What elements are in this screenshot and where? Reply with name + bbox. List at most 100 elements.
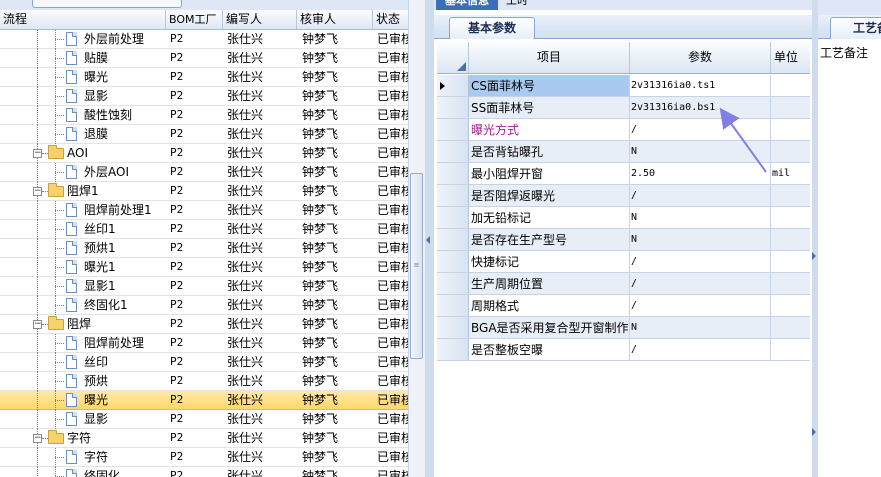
params-grid-header: 项目 参数 单位 — [437, 42, 810, 74]
tree-row[interactable]: 预烘1 P2 张仕兴 钟梦飞 已审核 — [0, 239, 408, 258]
col-header-value[interactable]: 参数 — [630, 42, 771, 73]
row-header[interactable] — [437, 163, 469, 185]
param-row[interactable]: CS面菲林号 2v31316ia0.ts1 — [437, 75, 810, 97]
left-top-tab[interactable] — [32, 0, 182, 8]
param-value-cell[interactable]: N — [630, 317, 771, 339]
tree-row[interactable]: 丝印 P2 张仕兴 钟梦飞 已审核 — [0, 353, 408, 372]
tree-guide-line — [37, 467, 38, 477]
tree-row[interactable]: 曝光 P2 张仕兴 钟梦飞 已审核 — [0, 68, 408, 87]
tree-group-row[interactable]: − AOI P2 张仕兴 钟梦飞 已审核 — [0, 144, 408, 163]
tree-group-row[interactable]: − 阻焊 P2 张仕兴 钟梦飞 已审核 — [0, 315, 408, 334]
tab-work-hours[interactable]: 工时 — [506, 0, 536, 10]
tree-cell-bom: P2 — [170, 184, 184, 197]
param-value-cell[interactable]: / — [630, 185, 771, 207]
tab-basic-params[interactable]: 基本参数 — [449, 17, 535, 39]
row-header[interactable] — [437, 295, 469, 317]
tree-row[interactable]: 曝光 P2 张仕兴 钟梦飞 已审核 — [0, 391, 408, 410]
param-row[interactable]: 是否背钻曝孔 N — [437, 141, 810, 163]
param-row[interactable]: 曝光方式 / — [437, 119, 810, 141]
tree-row[interactable]: 酸性蚀刻 P2 张仕兴 钟梦飞 已审核 — [0, 106, 408, 125]
param-value-cell[interactable]: 2.50 — [630, 163, 771, 185]
tree-group-row[interactable]: − 字符 P2 张仕兴 钟梦飞 已审核 — [0, 429, 408, 448]
tree-row[interactable]: 显影 P2 张仕兴 钟梦飞 已审核 — [0, 87, 408, 106]
tree-guide-line — [37, 106, 38, 125]
process-notes-label: 工艺备注 — [820, 46, 869, 60]
col-header-unit[interactable]: 单位 — [771, 42, 810, 73]
param-row[interactable]: 快捷标记 / — [437, 251, 810, 273]
param-value-cell[interactable]: N — [630, 141, 771, 163]
row-header[interactable] — [437, 97, 469, 119]
param-row[interactable]: 周期格式 / — [437, 295, 810, 317]
left-splitter[interactable] — [425, 0, 434, 477]
row-header[interactable] — [437, 207, 469, 229]
tree-row[interactable]: 外层AOI P2 张仕兴 钟梦飞 已审核 — [0, 163, 408, 182]
tree-cell-writer: 张仕兴 — [227, 317, 264, 331]
param-value-cell[interactable]: / — [630, 251, 771, 273]
row-header[interactable] — [437, 273, 469, 295]
tree-guide-line — [37, 410, 38, 429]
col-header-status[interactable]: 状态 — [373, 10, 408, 29]
tree-guide-line — [55, 39, 64, 40]
collapse-right-icon-2[interactable] — [812, 428, 816, 436]
collapse-toggle-icon[interactable]: − — [33, 434, 42, 443]
row-header[interactable] — [437, 251, 469, 273]
document-icon — [66, 32, 77, 46]
tree-row[interactable]: 显影 P2 张仕兴 钟梦飞 已审核 — [0, 410, 408, 429]
folder-icon — [48, 183, 64, 197]
tree-row[interactable]: 显影1 P2 张仕兴 钟梦飞 已审核 — [0, 277, 408, 296]
tree-row[interactable]: 终固化1 P2 张仕兴 钟梦飞 已审核 — [0, 296, 408, 315]
param-value-cell[interactable]: N — [630, 229, 771, 251]
row-header[interactable] — [437, 229, 469, 251]
param-row[interactable]: 是否阻焊返曝光 / — [437, 185, 810, 207]
param-value-cell[interactable]: / — [630, 339, 771, 361]
tree-row[interactable]: 字符 P2 张仕兴 钟梦飞 已审核 — [0, 448, 408, 467]
row-header[interactable] — [437, 317, 469, 339]
tree-row[interactable]: 贴膜 P2 张仕兴 钟梦飞 已审核 — [0, 49, 408, 68]
col-header-item[interactable]: 项目 — [469, 42, 630, 73]
param-value-cell[interactable]: / — [630, 273, 771, 295]
col-header-writer[interactable]: 编写人 — [223, 10, 297, 29]
row-header[interactable] — [437, 119, 469, 141]
param-row[interactable]: BGA是否采用复合型开窗制作 N — [437, 317, 810, 339]
row-header[interactable] — [437, 185, 469, 207]
tree-row[interactable]: 丝印1 P2 张仕兴 钟梦飞 已审核 — [0, 220, 408, 239]
tree-row[interactable]: 预烘 P2 张仕兴 钟梦飞 已审核 — [0, 372, 408, 391]
param-row[interactable]: 生产周期位置 / — [437, 273, 810, 295]
scroll-grip-icon: ≡ — [413, 261, 420, 269]
tree-guide-line — [55, 134, 64, 135]
collapse-toggle-icon[interactable]: − — [33, 187, 42, 196]
param-row[interactable]: SS面菲林号 2v31316ia0.bs1 — [437, 97, 810, 119]
tree-row[interactable]: 阻焊前处理 P2 张仕兴 钟梦飞 已审核 — [0, 334, 408, 353]
param-value-cell[interactable]: N — [630, 207, 771, 229]
tree-row[interactable]: 终固化 P2 张仕兴 钟梦飞 已审核 — [0, 467, 408, 477]
col-header-bom-factory[interactable]: BOM工厂 — [166, 10, 223, 29]
param-value-cell[interactable]: 2v31316ia0.ts1 — [630, 75, 771, 97]
tree-row[interactable]: 退膜 P2 张仕兴 钟梦飞 已审核 — [0, 125, 408, 144]
row-header[interactable] — [437, 75, 469, 97]
select-all-icon[interactable] — [457, 62, 466, 71]
tree-cell-status: 已审核 — [377, 317, 408, 331]
param-row[interactable]: 是否存在生产型号 N — [437, 229, 810, 251]
row-header[interactable] — [437, 141, 469, 163]
tree-guide-line — [55, 248, 64, 249]
tree-row[interactable]: 曝光1 P2 张仕兴 钟梦飞 已审核 — [0, 258, 408, 277]
param-value-cell[interactable]: / — [630, 295, 771, 317]
tab-basic-info[interactable]: 基本信息 — [436, 0, 498, 10]
collapse-toggle-icon[interactable]: − — [33, 149, 42, 158]
param-value-cell[interactable]: / — [630, 119, 771, 141]
tree-row[interactable]: 外层前处理 P2 张仕兴 钟梦飞 已审核 — [0, 30, 408, 49]
collapse-left-icon[interactable] — [426, 236, 430, 244]
param-value-cell[interactable]: 2v31316ia0.bs1 — [630, 97, 771, 119]
param-row[interactable]: 最小阻焊开窗 2.50 mil — [437, 163, 810, 185]
tree-row[interactable]: 阻焊前处理1 P2 张仕兴 钟梦飞 已审核 — [0, 201, 408, 220]
param-row[interactable]: 是否整板空曝 / — [437, 339, 810, 361]
col-header-reviewer[interactable]: 核审人 — [297, 10, 373, 29]
tree-group-row[interactable]: − 阻焊1 P2 张仕兴 钟梦飞 已审核 — [0, 182, 408, 201]
tree-cell-reviewer: 钟梦飞 — [302, 222, 339, 236]
row-header[interactable] — [437, 339, 469, 361]
collapse-right-icon[interactable] — [812, 252, 816, 260]
param-row[interactable]: 加无铅标记 N — [437, 207, 810, 229]
tab-process-notes[interactable]: 工艺备注 — [830, 17, 881, 39]
collapse-toggle-icon[interactable]: − — [33, 320, 42, 329]
col-header-process[interactable]: 流程 — [0, 10, 166, 29]
